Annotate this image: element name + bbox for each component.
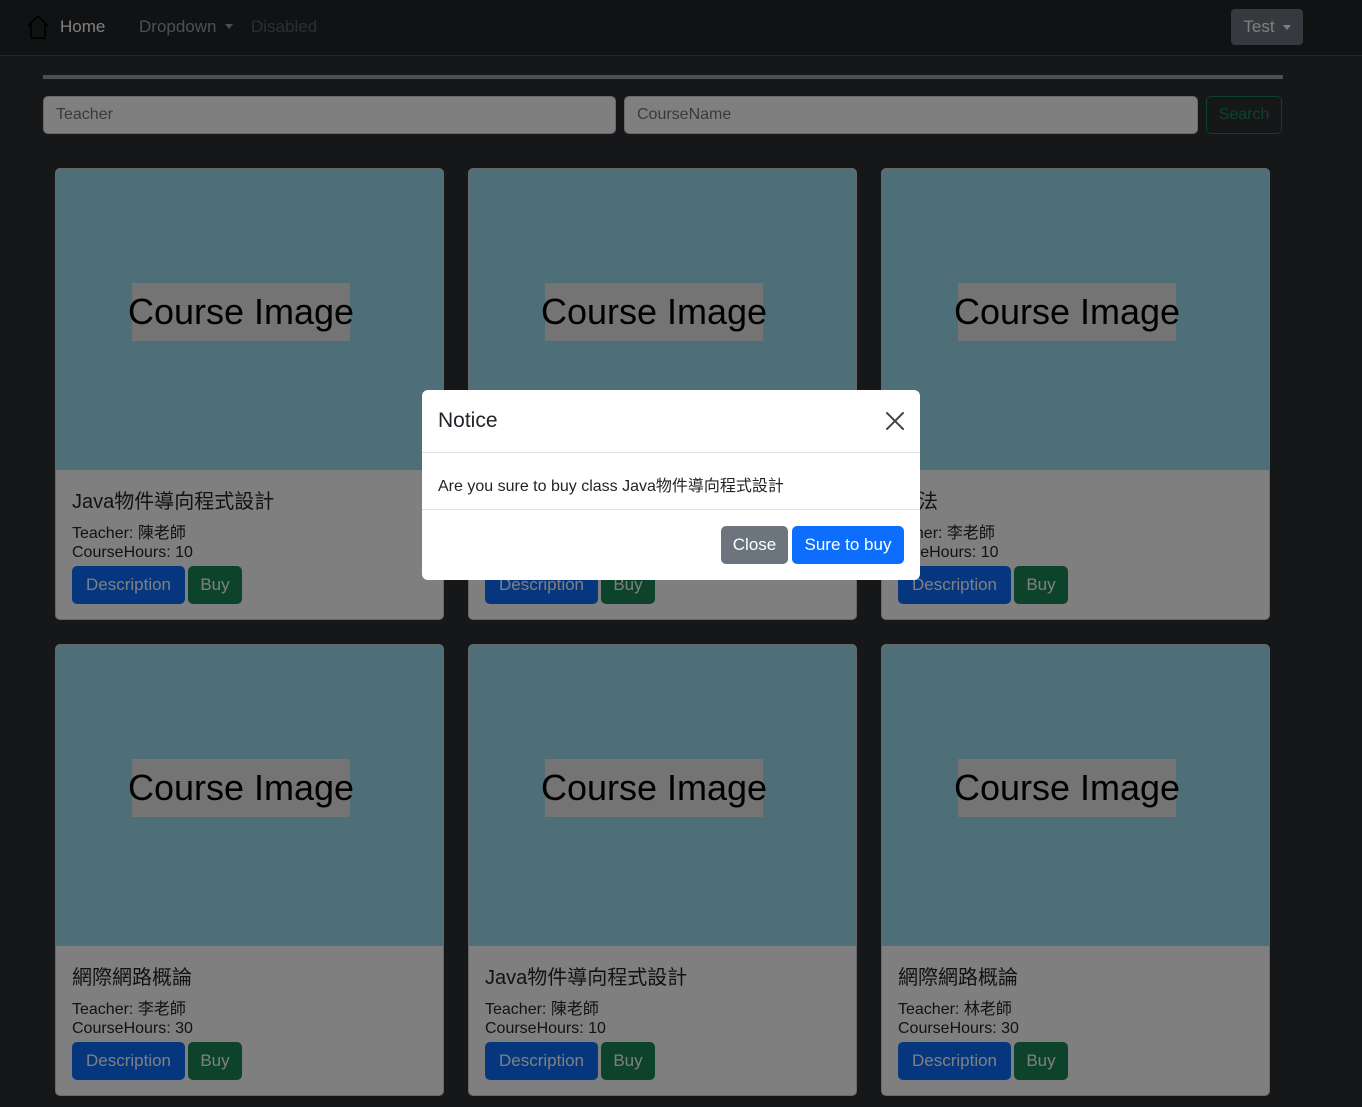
notice-modal: Notice Are you sure to buy class Java物件導… [422,390,920,580]
sure-to-buy-button[interactable]: Sure to buy [792,526,904,564]
modal-message: Are you sure to buy class Java物件導向程式設計 [438,478,784,495]
modal-footer: Close Sure to buy [422,509,920,580]
modal-title: Notice [438,409,498,432]
close-icon[interactable] [884,410,906,432]
close-button[interactable]: Close [721,526,788,564]
modal-header: Notice [422,390,920,453]
